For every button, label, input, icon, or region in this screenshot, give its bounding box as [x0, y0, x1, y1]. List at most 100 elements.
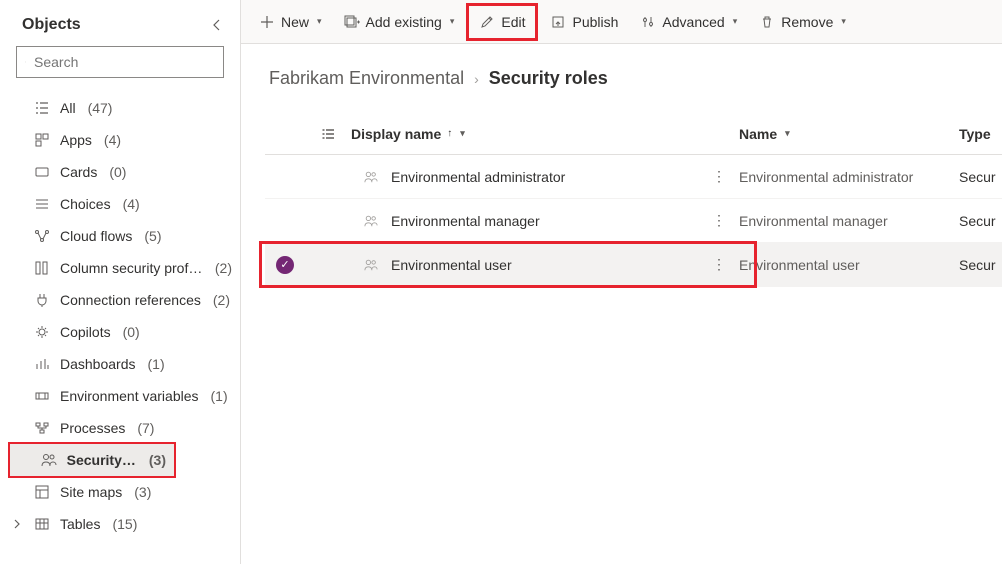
sidebar-item-all[interactable]: All (47) [0, 92, 240, 124]
table-row[interactable]: ✓ Environmental user ⋮ Environmental use… [265, 243, 1002, 287]
trash-icon [759, 14, 775, 30]
sidebar-item-processes[interactable]: Processes (7) [0, 412, 240, 444]
security-role-icon [351, 214, 391, 228]
row-checkbox[interactable]: ✓ [265, 256, 305, 274]
sidebar-item-label: Column security profi... [60, 260, 203, 276]
breadcrumb-parent[interactable]: Fabrikam Environmental [269, 68, 464, 89]
column-options-icon [320, 126, 336, 142]
sidebar-item-dashboards[interactable]: Dashboards (1) [0, 348, 240, 380]
collapse-sidebar-button[interactable] [210, 18, 224, 32]
row-more-button[interactable]: ⋮ [699, 168, 739, 185]
chevron-down-icon: ▾ [450, 16, 455, 27]
sidebar-item-count: (47) [88, 100, 113, 116]
sidebar-item-copilots[interactable]: Copilots (0) [0, 316, 240, 348]
sitemap-icon [34, 484, 50, 500]
column-header-type[interactable]: Type [959, 126, 1002, 142]
sidebar-item-label: Environment variables [60, 388, 199, 404]
sidebar-item-security-roles[interactable]: Security roles (3) [10, 444, 174, 476]
sidebar-item-count: (2) [213, 292, 230, 308]
chevron-right-icon: › [474, 71, 479, 87]
sidebar-item-environment-variables[interactable]: Environment variables (1) [0, 380, 240, 412]
sidebar-item-choices[interactable]: Choices (4) [0, 188, 240, 220]
breadcrumb: Fabrikam Environmental › Security roles [265, 68, 1002, 89]
sidebar-item-cloud-flows[interactable]: Cloud flows (5) [0, 220, 240, 252]
sidebar-item-count: (7) [137, 420, 154, 436]
command-bar: New ▾ Add existing ▾ Edit Publish Advanc… [241, 0, 1002, 44]
advanced-button[interactable]: Advanced ▾ [630, 6, 747, 38]
sidebar-item-count: (15) [112, 516, 137, 532]
chevron-left-icon [210, 18, 224, 32]
remove-label: Remove [781, 14, 833, 30]
plus-icon [259, 14, 275, 30]
sidebar-item-count: (0) [109, 164, 126, 180]
search-input[interactable] [34, 54, 215, 70]
sidebar-item-label: Tables [60, 516, 100, 532]
breadcrumb-current: Security roles [489, 68, 608, 89]
search-input-wrapper[interactable] [16, 46, 224, 78]
dashboard-icon [34, 356, 50, 372]
sidebar-item-tables[interactable]: Tables (15) [0, 508, 240, 540]
sidebar-item-count: (2) [215, 260, 232, 276]
sidebar-item-count: (1) [211, 388, 228, 404]
row-more-button[interactable]: ⋮ [699, 212, 739, 229]
flow-icon [34, 228, 50, 244]
security-role-icon [351, 258, 391, 272]
sidebar-item-label: Apps [60, 132, 92, 148]
row-type-value: Secur [959, 169, 996, 185]
advanced-icon [640, 14, 656, 30]
table-row[interactable]: Environmental administrator ⋮ Environmen… [265, 155, 1002, 199]
copilot-icon [34, 324, 50, 340]
sort-ascending-icon: ↑ [447, 128, 452, 139]
column-header-label: Display name [351, 126, 441, 142]
publish-icon [550, 14, 566, 30]
sidebar-item-count: (1) [148, 356, 165, 372]
apps-icon [34, 132, 50, 148]
sidebar-item-label: Processes [60, 420, 125, 436]
publish-button[interactable]: Publish [540, 6, 628, 38]
sidebar-item-cards[interactable]: Cards (0) [0, 156, 240, 188]
row-display-name: Environmental user [391, 257, 512, 273]
column-header-display-name[interactable]: Display name ↑ ▾ [351, 126, 699, 142]
sidebar-item-label: Connection references [60, 292, 201, 308]
row-display-name: Environmental manager [391, 213, 540, 229]
row-name-value: Environmental administrator [739, 169, 913, 185]
add-existing-icon [344, 14, 360, 30]
sidebar-item-site-maps[interactable]: Site maps (3) [0, 476, 240, 508]
check-icon: ✓ [276, 256, 294, 274]
row-name-value: Environmental manager [739, 213, 888, 229]
remove-button[interactable]: Remove ▾ [749, 6, 856, 38]
column-options-button[interactable] [305, 126, 351, 142]
security-roles-icon [41, 452, 57, 468]
add-existing-label: Add existing [366, 14, 442, 30]
sidebar-title: Objects [22, 16, 81, 34]
sidebar-item-label: Site maps [60, 484, 122, 500]
sidebar-item-count: (0) [123, 324, 140, 340]
variable-icon [34, 388, 50, 404]
edit-button[interactable]: Edit [466, 3, 538, 41]
sidebar-item-connection-references[interactable]: Connection references (2) [0, 284, 240, 316]
grid-header-row: Display name ↑ ▾ Name ▾ Type [265, 113, 1002, 155]
row-more-button[interactable]: ⋮ [699, 256, 739, 273]
new-button[interactable]: New ▾ [249, 6, 332, 38]
sidebar-item-column-security[interactable]: Column security profi... (2) [0, 252, 240, 284]
sidebar-item-count: (4) [123, 196, 140, 212]
sidebar-item-label: Cloud flows [60, 228, 132, 244]
table-icon [34, 516, 50, 532]
row-display-name: Environmental administrator [391, 169, 565, 185]
column-header-label: Type [959, 126, 991, 142]
choices-icon [34, 196, 50, 212]
sidebar-item-apps[interactable]: Apps (4) [0, 124, 240, 156]
sidebar-item-label: All [60, 100, 76, 116]
publish-label: Publish [572, 14, 618, 30]
column-security-icon [34, 260, 50, 276]
table-row[interactable]: Environmental manager ⋮ Environmental ma… [265, 199, 1002, 243]
security-role-icon [351, 170, 391, 184]
add-existing-button[interactable]: Add existing ▾ [334, 6, 465, 38]
objects-sidebar: Objects All (47) Apps (4) [0, 0, 241, 564]
edit-label: Edit [501, 14, 525, 30]
column-header-name[interactable]: Name ▾ [739, 126, 959, 142]
chevron-right-icon[interactable] [10, 519, 24, 529]
process-icon [34, 420, 50, 436]
search-icon [25, 55, 26, 69]
list-icon [34, 100, 50, 116]
